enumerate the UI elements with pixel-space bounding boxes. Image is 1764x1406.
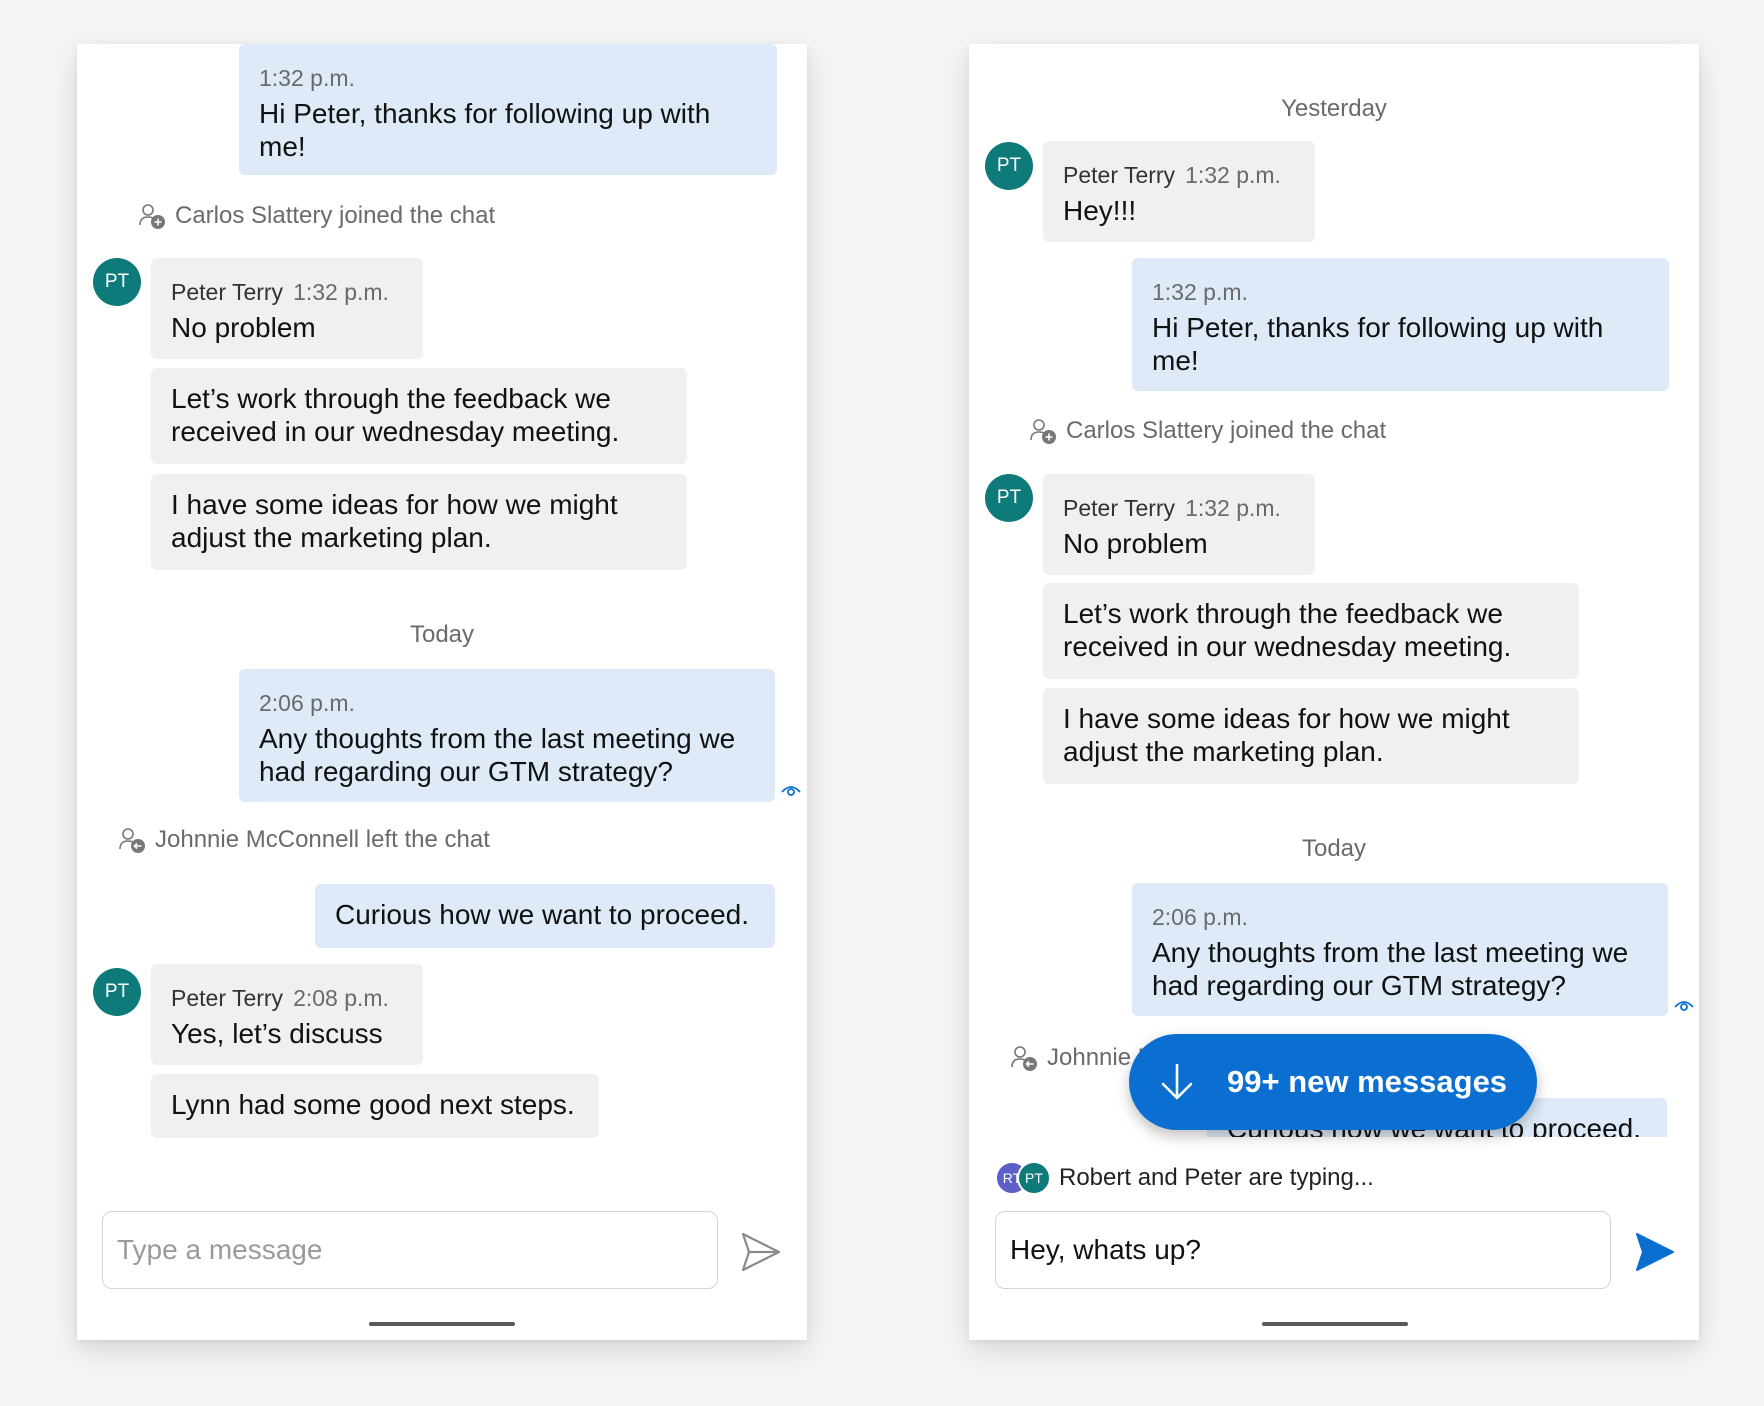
sender-name: Peter Terry	[171, 985, 284, 1011]
chat-screen-left: 1:32 p.m. Hi Peter, thanks for following…	[77, 44, 807, 1340]
jump-to-new-messages-button[interactable]: 99+ new messages	[1129, 1034, 1537, 1130]
message-text: Curious how we want to proceed.	[335, 899, 749, 930]
system-notice-text: Johnnie McConnell left the chat	[155, 826, 490, 853]
system-notice-joined: Carlos Slattery joined the chat	[137, 201, 495, 231]
message-text: Hi Peter, thanks for following up with m…	[259, 98, 711, 162]
sender-name: Peter Terry	[1063, 495, 1176, 521]
message-timestamp: 1:32 p.m.	[1185, 495, 1281, 521]
message-bubble-incoming[interactable]: I have some ideas for how we might adjus…	[1043, 688, 1579, 784]
message-list[interactable]: 1:32 p.m. Hi Peter, thanks for following…	[77, 44, 807, 1204]
message-bubble-outgoing[interactable]: 2:06 p.m. Any thoughts from the last mee…	[239, 669, 775, 802]
person-add-icon	[1030, 419, 1056, 444]
person-leave-icon	[1011, 1046, 1037, 1071]
avatar[interactable]: PT	[985, 142, 1033, 190]
home-indicator[interactable]	[1262, 1322, 1408, 1326]
date-separator: Today	[409, 621, 475, 648]
message-input-field[interactable]	[1008, 1233, 1598, 1267]
message-input[interactable]	[102, 1211, 718, 1289]
message-timestamp: 1:32 p.m.	[1185, 162, 1281, 188]
message-timestamp: 2:08 p.m.	[293, 985, 389, 1011]
sender-name: Peter Terry	[1063, 162, 1176, 188]
message-text: Yes, let’s discuss	[171, 1018, 383, 1049]
avatar[interactable]: PT	[93, 258, 141, 306]
sender-name: Peter Terry	[171, 279, 284, 305]
message-text: Hey!!!	[1063, 195, 1137, 226]
send-icon[interactable]	[1633, 1230, 1677, 1274]
avatar: PT	[1017, 1161, 1051, 1195]
typing-text: Robert and Peter are typing...	[1059, 1164, 1374, 1191]
message-text: Lynn had some good next steps.	[171, 1089, 575, 1120]
message-bubble-incoming[interactable]: Peter Terry 1:32 p.m. No problem	[1043, 474, 1315, 575]
eye-icon	[1674, 1001, 1694, 1011]
message-text: No problem	[171, 312, 316, 343]
message-input-field[interactable]	[115, 1233, 705, 1267]
message-timestamp: 2:06 p.m.	[1152, 904, 1248, 930]
message-header: Peter Terry 1:32 p.m.	[171, 278, 403, 306]
message-bubble-incoming[interactable]: Let’s work through the feedback we recei…	[1043, 583, 1579, 679]
message-timestamp: 1:32 p.m.	[259, 65, 355, 91]
message-timestamp: 2:06 p.m.	[259, 690, 355, 716]
system-notice-text: Carlos Slattery joined the chat	[175, 202, 496, 229]
message-bubble-incoming[interactable]: Peter Terry 2:08 p.m. Yes, let’s discuss	[151, 964, 423, 1065]
system-notice-left: Johnnie McConnell left the chat	[117, 825, 490, 855]
message-text: Any thoughts from the last meeting we ha…	[1152, 937, 1629, 1001]
message-text: Let’s work through the feedback we recei…	[171, 383, 620, 447]
message-list[interactable]: Yesterday PT Peter Terry 1:32 p.m. Hey!!!…	[969, 44, 1699, 1137]
message-bubble-incoming[interactable]: Peter Terry 1:32 p.m. No problem	[151, 258, 423, 359]
message-text: I have some ideas for how we might adjus…	[171, 489, 618, 553]
message-bubble-incoming[interactable]: Lynn had some good next steps.	[151, 1074, 599, 1138]
message-bubble-incoming[interactable]: Peter Terry 1:32 p.m. Hey!!!	[1043, 141, 1315, 242]
message-text: No problem	[1063, 528, 1208, 559]
jump-button-label: 99+ new messages	[1227, 1064, 1508, 1099]
person-leave-icon	[119, 828, 145, 853]
system-notice-joined: Carlos Slattery joined the chat	[1028, 416, 1386, 446]
avatar[interactable]: PT	[93, 968, 141, 1016]
message-bubble-incoming[interactable]: Let’s work through the feedback we recei…	[151, 368, 687, 464]
message-header: Peter Terry 1:32 p.m.	[1063, 494, 1295, 522]
home-indicator[interactable]	[369, 1322, 515, 1326]
message-text: Hi Peter, thanks for following up with m…	[1152, 312, 1604, 376]
message-timestamp: 1:32 p.m.	[1152, 279, 1248, 305]
message-timestamp: 1:32 p.m.	[293, 279, 389, 305]
message-bubble-outgoing[interactable]: 1:32 p.m. Hi Peter, thanks for following…	[1132, 258, 1669, 391]
date-separator: Today	[1301, 835, 1367, 862]
message-text: I have some ideas for how we might adjus…	[1063, 703, 1510, 767]
message-text: Let’s work through the feedback we recei…	[1063, 598, 1512, 662]
message-input[interactable]	[995, 1211, 1611, 1289]
message-header: Peter Terry 2:08 p.m.	[171, 984, 403, 1012]
eye-icon	[781, 786, 801, 796]
chat-screen-right: Yesterday PT Peter Terry 1:32 p.m. Hey!!!…	[969, 44, 1699, 1340]
typing-indicator: RT PT Robert and Peter are typing...	[995, 1161, 1374, 1195]
date-separator: Yesterday	[1281, 95, 1387, 122]
message-bubble-incoming[interactable]: I have some ideas for how we might adjus…	[151, 474, 687, 570]
person-add-icon	[139, 204, 165, 229]
message-bubble-outgoing[interactable]: 2:06 p.m. Any thoughts from the last mee…	[1132, 883, 1668, 1016]
message-header: Peter Terry 1:32 p.m.	[1063, 161, 1295, 189]
message-bubble-outgoing[interactable]: 1:32 p.m. Hi Peter, thanks for following…	[239, 44, 777, 175]
avatar[interactable]: PT	[985, 474, 1033, 522]
send-icon[interactable]	[739, 1230, 783, 1274]
message-bubble-outgoing[interactable]: Curious how we want to proceed.	[315, 884, 775, 948]
message-text: Any thoughts from the last meeting we ha…	[259, 723, 736, 787]
arrow-down-icon	[1161, 1063, 1193, 1100]
system-notice-text: Carlos Slattery joined the chat	[1066, 417, 1387, 444]
